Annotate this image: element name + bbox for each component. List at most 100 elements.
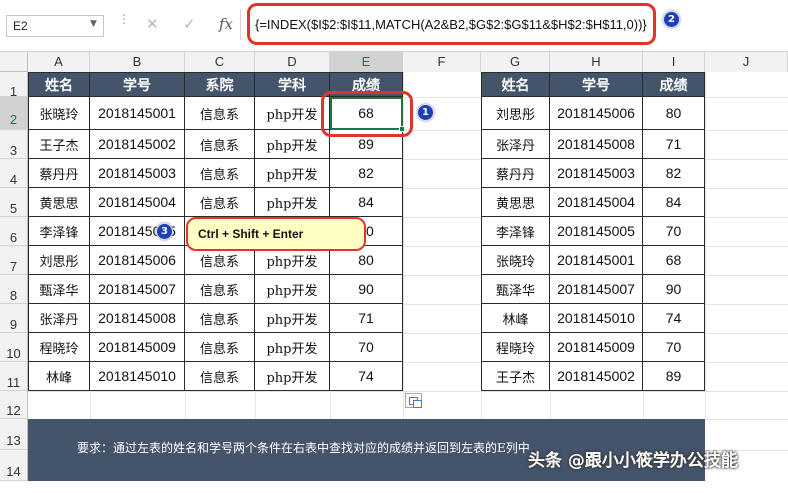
table-cell[interactable]: php开发 (255, 188, 330, 217)
table-cell[interactable]: 林峰 (28, 362, 90, 391)
row-header-13[interactable]: 13 (0, 419, 28, 450)
row-header-3[interactable]: 3 (0, 130, 28, 159)
table-cell[interactable]: 信息系 (185, 275, 255, 304)
column-header-h[interactable]: H (550, 52, 643, 72)
select-all-corner[interactable] (0, 52, 28, 72)
insert-function-icon[interactable]: fx (219, 15, 233, 33)
table-cell[interactable]: 2018145007 (550, 275, 643, 304)
right-header-cell[interactable]: 学号 (550, 72, 643, 97)
column-header-f[interactable]: F (403, 52, 481, 72)
row-header-9[interactable]: 9 (0, 304, 28, 333)
table-cell[interactable]: 甄泽华 (28, 275, 90, 304)
table-cell[interactable]: 刘思彤 (481, 97, 550, 130)
row-header-5[interactable]: 5 (0, 188, 28, 217)
left-header-cell[interactable]: 姓名 (28, 72, 90, 97)
table-cell[interactable]: 程晓玲 (28, 333, 90, 362)
table-cell[interactable]: 84 (643, 188, 705, 217)
left-header-cell[interactable]: 学科 (255, 72, 330, 97)
table-cell[interactable]: 2018145008 (550, 130, 643, 159)
row-header-4[interactable]: 4 (0, 159, 28, 188)
column-header-g[interactable]: G (481, 52, 550, 72)
table-cell[interactable]: 信息系 (185, 159, 255, 188)
column-header-c[interactable]: C (185, 52, 255, 72)
table-cell[interactable]: 蔡丹丹 (481, 159, 550, 188)
row-header-10[interactable]: 10 (0, 333, 28, 362)
table-cell[interactable]: 84 (330, 188, 403, 217)
table-cell[interactable]: 2018145001 (90, 97, 185, 130)
table-cell[interactable]: 信息系 (185, 130, 255, 159)
table-cell[interactable]: 74 (330, 362, 403, 391)
paste-options-icon[interactable] (405, 393, 422, 408)
table-cell[interactable]: 信息系 (185, 362, 255, 391)
table-cell[interactable]: 信息系 (185, 97, 255, 130)
table-cell[interactable]: 信息系 (185, 333, 255, 362)
table-cell[interactable]: 2018145005 (550, 217, 643, 246)
row-header-8[interactable]: 8 (0, 275, 28, 304)
table-cell[interactable]: php开发 (255, 304, 330, 333)
table-cell[interactable]: 张泽丹 (28, 304, 90, 333)
table-cell[interactable]: 2018145001 (550, 246, 643, 275)
table-cell[interactable]: 张晓玲 (481, 246, 550, 275)
table-cell[interactable]: 2018145002 (550, 362, 643, 391)
table-cell[interactable]: 2018145004 (90, 188, 185, 217)
table-cell[interactable]: 信息系 (185, 304, 255, 333)
table-cell[interactable]: 74 (643, 304, 705, 333)
row-header-7[interactable]: 7 (0, 246, 28, 275)
table-cell[interactable]: 68 (643, 246, 705, 275)
column-header-a[interactable]: A (28, 52, 90, 72)
table-cell[interactable]: php开发 (255, 333, 330, 362)
table-cell[interactable]: 2018145002 (90, 130, 185, 159)
cancel-icon[interactable]: ✕ (146, 15, 159, 33)
table-cell[interactable]: 信息系 (185, 188, 255, 217)
row-header-14[interactable]: 14 (0, 450, 28, 481)
table-cell[interactable]: 70 (643, 333, 705, 362)
right-header-cell[interactable]: 成绩 (643, 72, 705, 97)
table-cell[interactable]: 林峰 (481, 304, 550, 333)
table-cell[interactable]: 70 (330, 333, 403, 362)
table-cell[interactable]: 甄泽华 (481, 275, 550, 304)
row-header-1[interactable]: 1 (0, 72, 28, 99)
row-header-12[interactable]: 12 (0, 391, 28, 419)
column-header-i[interactable]: I (643, 52, 705, 72)
table-cell[interactable]: 2018145007 (90, 275, 185, 304)
table-cell[interactable]: 2018145010 (550, 304, 643, 333)
enter-icon[interactable]: ✓ (183, 15, 196, 33)
row-header-2[interactable]: 2 (0, 97, 28, 130)
table-cell[interactable]: 89 (643, 362, 705, 391)
column-header-b[interactable]: B (90, 52, 185, 72)
table-cell[interactable]: 王子杰 (481, 362, 550, 391)
table-cell[interactable]: 70 (643, 217, 705, 246)
left-header-cell[interactable]: 学号 (90, 72, 185, 97)
table-cell[interactable]: 2018145009 (90, 333, 185, 362)
table-cell[interactable]: 刘思彤 (28, 246, 90, 275)
table-cell[interactable]: 82 (643, 159, 705, 188)
table-cell[interactable]: 2018145004 (550, 188, 643, 217)
row-header-6[interactable]: 6 (0, 217, 28, 246)
table-cell[interactable]: 71 (643, 130, 705, 159)
column-header-d[interactable]: D (255, 52, 330, 72)
table-cell[interactable]: 黄思思 (28, 188, 90, 217)
table-cell[interactable]: 2018145010 (90, 362, 185, 391)
table-cell[interactable]: 王子杰 (28, 130, 90, 159)
chevron-down-icon[interactable]: ▼ (90, 19, 97, 29)
table-cell[interactable]: php开发 (255, 159, 330, 188)
table-cell[interactable]: php开发 (255, 130, 330, 159)
table-cell[interactable]: 82 (330, 159, 403, 188)
table-cell[interactable]: 90 (330, 275, 403, 304)
table-cell[interactable]: 80 (643, 97, 705, 130)
table-cell[interactable]: 2018145003 (550, 159, 643, 188)
table-cell[interactable]: 张泽丹 (481, 130, 550, 159)
table-cell[interactable]: 李泽锋 (481, 217, 550, 246)
table-cell[interactable]: php开发 (255, 362, 330, 391)
table-cell[interactable]: 71 (330, 304, 403, 333)
table-cell[interactable]: 2018145009 (550, 333, 643, 362)
table-cell[interactable]: 90 (643, 275, 705, 304)
left-header-cell[interactable]: 系院 (185, 72, 255, 97)
table-cell[interactable]: 程晓玲 (481, 333, 550, 362)
column-header-j[interactable]: J (705, 52, 788, 72)
table-cell[interactable]: 蔡丹丹 (28, 159, 90, 188)
table-cell[interactable]: php开发 (255, 275, 330, 304)
table-cell[interactable]: 2018145003 (90, 159, 185, 188)
column-header-e[interactable]: E (330, 52, 403, 72)
table-cell[interactable]: 张晓玲 (28, 97, 90, 130)
